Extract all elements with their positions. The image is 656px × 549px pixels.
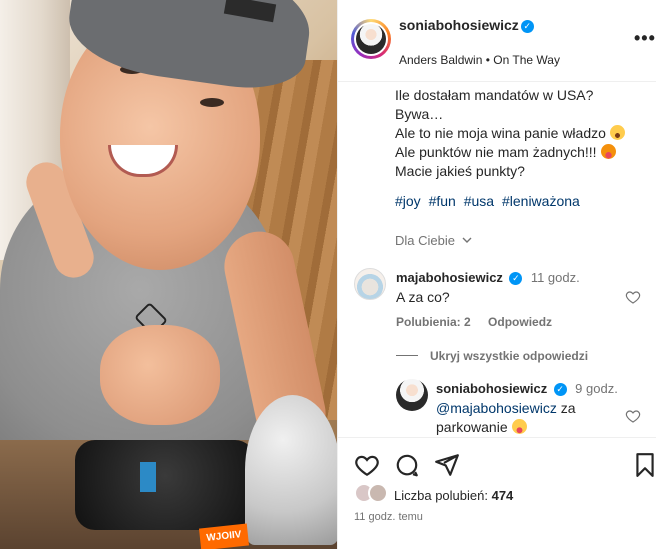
photo-kettle: [245, 395, 337, 545]
heart-icon[interactable]: [625, 408, 641, 424]
likes-count[interactable]: Liczba polubień: 474: [394, 488, 513, 503]
comment-text: A za co?: [396, 289, 450, 305]
hashtag-link[interactable]: #usa: [464, 193, 494, 209]
likes-label: Liczba polubień:: [394, 488, 488, 503]
verified-badge-icon: ✓: [509, 272, 523, 285]
caption-line-text: Ale to nie moja wina panie władzo: [395, 125, 606, 141]
caption-line: Ale to nie moja wina panie władzo: [395, 124, 650, 143]
photo-eye: [200, 98, 224, 107]
hashtag-link[interactable]: #fun: [429, 193, 456, 209]
divider: [396, 355, 418, 356]
more-icon[interactable]: •••: [634, 28, 656, 49]
post-username[interactable]: soniabohosiewicz ✓: [399, 16, 539, 34]
chevron-down-icon: [462, 237, 472, 243]
post-details-panel: Ile dostałam mandatów w USA? Bywa… Ale t…: [337, 0, 656, 549]
photo-sticker: WJOIIV: [198, 523, 250, 549]
heart-icon[interactable]: [354, 452, 380, 478]
post-footer: Liczba polubień: 474 11 godz. temu: [338, 437, 656, 549]
caption-line-text: Ale punktów nie mam żadnych!!!: [395, 144, 597, 160]
reply-username[interactable]: soniabohosiewicz: [436, 381, 547, 396]
bookmark-icon[interactable]: [632, 452, 656, 478]
caption-line: Ile dostałam mandatów w USA?: [395, 87, 594, 103]
comment-likes-count[interactable]: Polubienia: 2: [396, 315, 471, 329]
heart-icon[interactable]: [625, 289, 641, 305]
for-you-label: Dla Ciebie: [395, 233, 455, 248]
post-header: soniabohosiewicz ✓ Anders Baldwin • On Th…: [338, 0, 656, 82]
avatar: [368, 483, 388, 503]
reply-item: soniabohosiewicz ✓ 9 godz. @majabohosiew…: [396, 379, 646, 437]
photo-bag: [75, 440, 255, 530]
photo-bag-tag: [140, 462, 156, 492]
liked-by-avatars: [354, 483, 390, 505]
reply-text: @majabohosiewicz za parkowanie: [436, 399, 611, 437]
post-timestamp[interactable]: 11 godz. temu: [354, 511, 423, 523]
share-icon[interactable]: [434, 452, 460, 478]
comment-header: majabohosiewicz ✓ 11 godz.: [396, 269, 580, 287]
reply-header: soniabohosiewicz ✓ 9 godz.: [436, 380, 618, 398]
caption-line: Bywa…: [395, 106, 444, 122]
photo-fist: [100, 325, 220, 425]
for-you-toggle[interactable]: Dla Ciebie: [395, 233, 473, 248]
mention-link[interactable]: @majabohosiewicz: [436, 400, 557, 416]
comment-time[interactable]: 11 godz.: [531, 270, 580, 285]
avatar-inner: [354, 22, 388, 56]
avatar-image: [356, 24, 386, 54]
post-caption: Ile dostałam mandatów w USA? Bywa… Ale t…: [395, 86, 650, 181]
hide-replies-button[interactable]: Ukryj wszystkie odpowiedzi: [396, 349, 588, 363]
hashtags: #joy #fun #usa #leniważona: [395, 193, 584, 209]
hashtag-link[interactable]: #leniważona: [502, 193, 580, 209]
post-photo[interactable]: WJOIIV: [0, 0, 337, 549]
hide-replies-label: Ukryj wszystkie odpowiedzi: [430, 349, 589, 363]
avatar[interactable]: [396, 379, 428, 411]
caption-line: Macie jakieś punkty?: [395, 163, 525, 179]
astonished-emoji-icon: [609, 125, 625, 140]
avatar[interactable]: [354, 268, 386, 300]
audio-attribution[interactable]: Anders Baldwin • On The Way: [399, 53, 560, 67]
comment-username[interactable]: majabohosiewicz: [396, 270, 503, 285]
verified-badge-icon: ✓: [553, 383, 567, 396]
likes-number: 474: [491, 488, 514, 503]
verified-badge-icon: ✓: [520, 20, 534, 33]
comment-icon[interactable]: [394, 452, 420, 478]
comment-actions: Polubienia: 2 Odpowiedz: [396, 315, 552, 329]
post-username-text: soniabohosiewicz: [399, 17, 519, 33]
tongue-emoji-icon: [600, 144, 616, 159]
winking-tongue-emoji-icon: [511, 419, 527, 434]
avatar[interactable]: [351, 19, 391, 59]
reply-time[interactable]: 9 godz.: [575, 381, 618, 396]
hashtag-link[interactable]: #joy: [395, 193, 421, 209]
comment-item: majabohosiewicz ✓ 11 godz. A za co? Polu…: [354, 268, 644, 330]
reply-button[interactable]: Odpowiedz: [488, 315, 552, 329]
caption-line: Ale punktów nie mam żadnych!!!: [395, 143, 650, 162]
